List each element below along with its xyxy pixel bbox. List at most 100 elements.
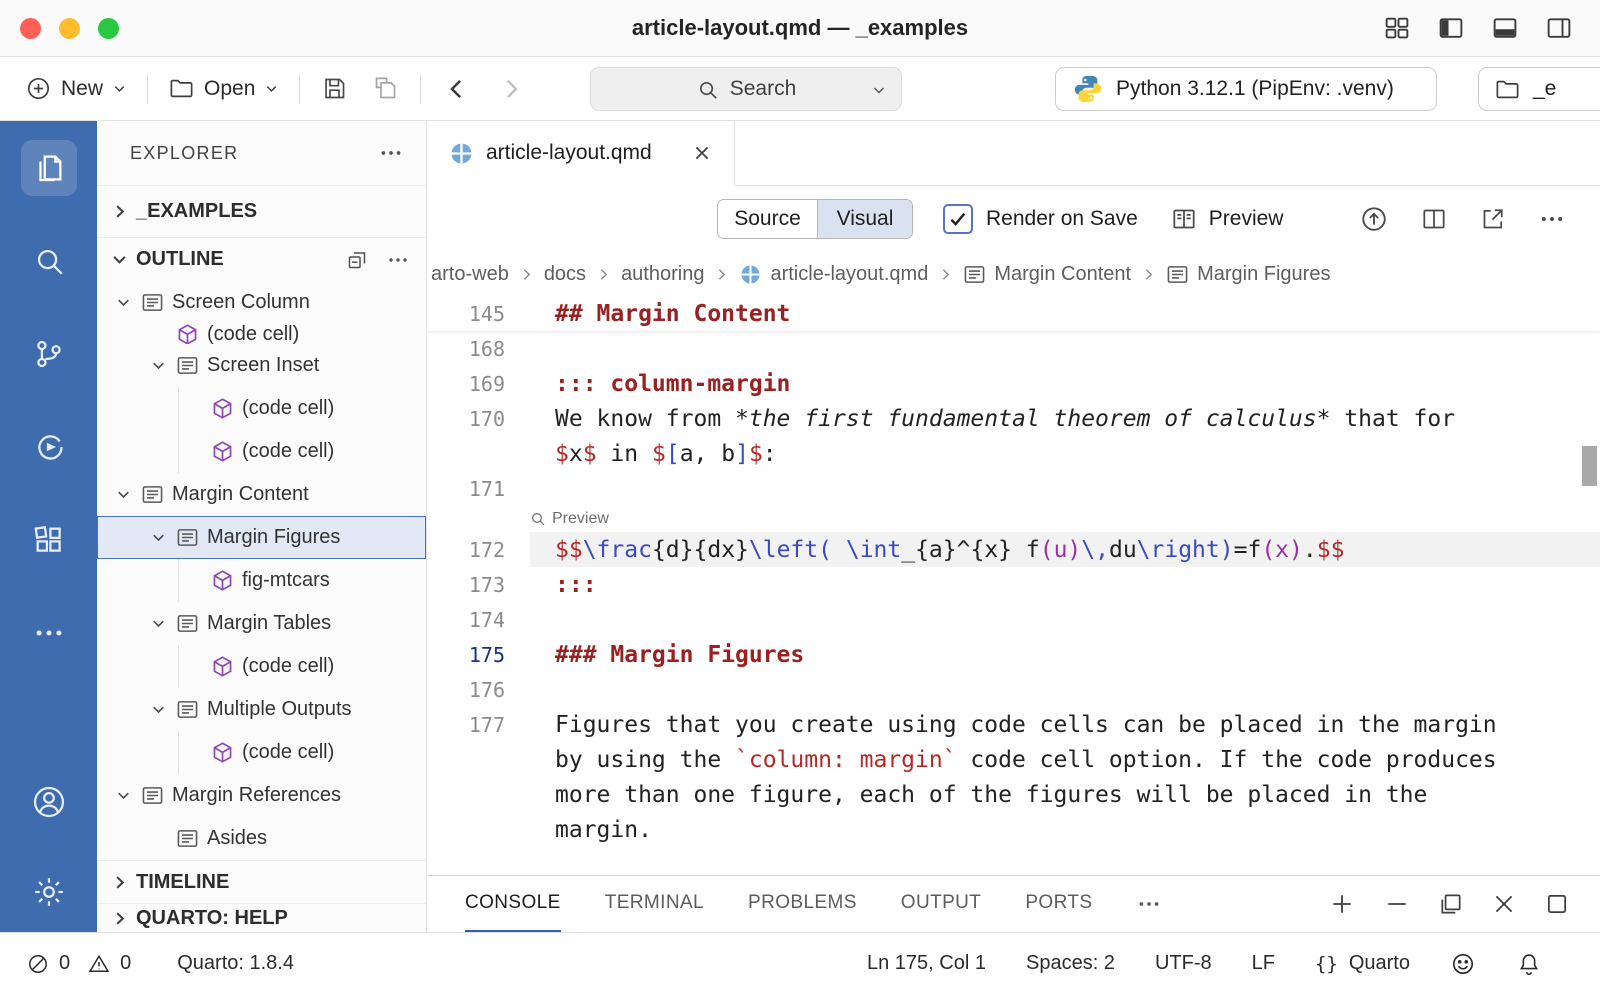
outline-item[interactable]: Screen Column [97,281,426,324]
code-line[interactable]: $x$ in $[a, b]$: [427,436,1600,471]
collapse-all-icon[interactable] [345,248,369,272]
interpreter-selector[interactable]: Python 3.12.1 (PipEnv: .venv) [1055,67,1437,111]
editor-more-icon[interactable] [1538,205,1566,233]
search-icon[interactable] [21,233,77,289]
panel-more-icon[interactable] [1136,891,1162,917]
panel-tab-ports[interactable]: PORTS [1025,876,1092,932]
outline-item[interactable]: Multiple Outputs [97,688,426,731]
panel-minimize-icon[interactable] [1383,890,1411,918]
cursor-position[interactable]: Ln 175, Col 1 [867,952,986,975]
toggle-primary-sidebar-icon[interactable] [1436,13,1466,43]
outline-item[interactable]: (code cell) [97,324,426,344]
problems-indicator[interactable]: 0 0 [26,952,131,976]
close-tab-icon[interactable] [692,143,712,163]
sidebar-section-quarto-help[interactable]: QUARTO: HELP [97,903,426,932]
breadcrumb-item[interactable]: docs [544,263,586,286]
code-line[interactable]: by using the `column: margin` code cell … [427,742,1600,777]
panel-tab-problems[interactable]: PROBLEMS [748,876,857,932]
search-input[interactable]: Search [590,67,902,111]
indentation[interactable]: Spaces: 2 [1026,952,1115,975]
breadcrumb-item[interactable]: Margin Content [963,263,1131,286]
breadcrumb-item[interactable]: article-layout.qmd [739,263,928,286]
scrollbar-thumb[interactable] [1582,446,1597,486]
code-line[interactable]: 168 [427,331,1600,366]
tab-article-layout[interactable]: article-layout.qmd [427,121,735,186]
panel-close-icon[interactable] [1491,891,1517,917]
outline-more-icon[interactable] [386,248,410,272]
panel-tab-output[interactable]: OUTPUT [901,876,982,932]
open-external-icon[interactable] [1479,205,1507,233]
outline-item[interactable]: (code cell) [97,430,426,473]
feedback-smiley-icon[interactable] [1450,951,1476,977]
panel-tab-terminal[interactable]: TERMINAL [605,876,704,932]
chevron-down-icon[interactable] [110,783,136,809]
save-all-icon[interactable] [360,75,411,102]
outline-item[interactable]: fig-mtcars [97,559,426,602]
panel-split-icon[interactable] [1438,891,1464,917]
breadcrumb-item[interactable]: arto-web [431,263,509,286]
outline-item[interactable]: (code cell) [97,387,426,430]
code-line[interactable]: 171 [427,471,1600,506]
explorer-icon[interactable] [21,140,77,196]
code-line[interactable]: more than one figure, each of the figure… [427,777,1600,812]
new-button[interactable]: New [14,75,138,102]
sidebar-section-timeline[interactable]: TIMELINE [97,860,426,903]
chevron-down-icon[interactable] [145,353,171,379]
outline-item[interactable]: (code cell) [97,731,426,774]
breadcrumb-item[interactable]: Margin Figures [1166,263,1330,286]
breadcrumb-item[interactable]: authoring [621,263,704,286]
outline-item[interactable]: Asides [97,817,426,860]
explorer-more-icon[interactable] [378,140,404,166]
code-line[interactable]: margin. [427,812,1600,847]
eol-selector[interactable]: LF [1252,952,1275,975]
outline-item[interactable]: Screen Inset [97,344,426,387]
sidebar-section-outline[interactable]: OUTLINE [97,237,426,281]
toggle-panel-icon[interactable] [1490,13,1520,43]
preview-button[interactable]: Preview [1170,205,1284,233]
code-editor[interactable]: 145## Margin Content168169::: column-mar… [427,296,1600,875]
outline-item[interactable]: (code cell) [97,645,426,688]
render-on-save-checkbox[interactable] [943,204,973,234]
chevron-down-icon[interactable] [871,82,887,98]
chevron-down-icon[interactable] [145,611,171,637]
language-mode[interactable]: {} Quarto [1315,952,1410,975]
open-button[interactable]: Open [157,75,290,102]
visual-mode-button[interactable]: Visual [817,200,912,238]
code-line[interactable]: 175### Margin Figures [427,637,1600,672]
extensions-icon[interactable] [21,512,77,568]
code-line[interactable]: 170We know from *the first fundamental t… [427,401,1600,436]
code-line[interactable]: 169::: column-margin [427,366,1600,401]
account-icon[interactable] [21,774,77,830]
more-actions-icon[interactable] [21,605,77,661]
code-line[interactable]: 173::: [427,567,1600,602]
panel-tab-console[interactable]: CONSOLE [465,876,561,932]
publish-icon[interactable] [1359,204,1389,234]
workspace-button[interactable]: _e [1478,67,1600,111]
notifications-bell-icon[interactable] [1516,951,1542,977]
code-line[interactable]: 174 [427,602,1600,637]
encoding[interactable]: UTF-8 [1155,952,1212,975]
source-control-icon[interactable] [21,326,77,382]
toggle-secondary-sidebar-icon[interactable] [1544,13,1574,43]
run-debug-icon[interactable] [21,419,77,475]
outline-item[interactable]: Margin Figures [97,516,426,559]
forward-icon[interactable] [484,74,538,104]
split-editor-icon[interactable] [1420,205,1448,233]
outline-item[interactable]: Margin Tables [97,602,426,645]
chevron-down-icon[interactable] [110,482,136,508]
close-window-button[interactable] [20,18,41,39]
panel-add-icon[interactable] [1328,890,1356,918]
source-mode-button[interactable]: Source [718,200,817,238]
chevron-down-icon[interactable] [145,525,171,551]
code-line[interactable]: 176 [427,672,1600,707]
math-preview-toggle[interactable]: Preview [530,510,609,528]
sidebar-section-examples[interactable]: _EXAMPLES [97,185,426,237]
settings-gear-icon[interactable] [21,864,77,920]
code-line[interactable]: 172$$\frac{d}{dx}\left( \int_{a}^{x} f(u… [427,532,1600,567]
panel-maximize-icon[interactable] [1544,891,1570,917]
outline-item[interactable]: Margin References [97,774,426,817]
quarto-version[interactable]: Quarto: 1.8.4 [177,952,294,975]
back-icon[interactable] [430,74,484,104]
minimize-window-button[interactable] [59,18,80,39]
sticky-scroll-line[interactable]: 145## Margin Content [427,296,1600,331]
